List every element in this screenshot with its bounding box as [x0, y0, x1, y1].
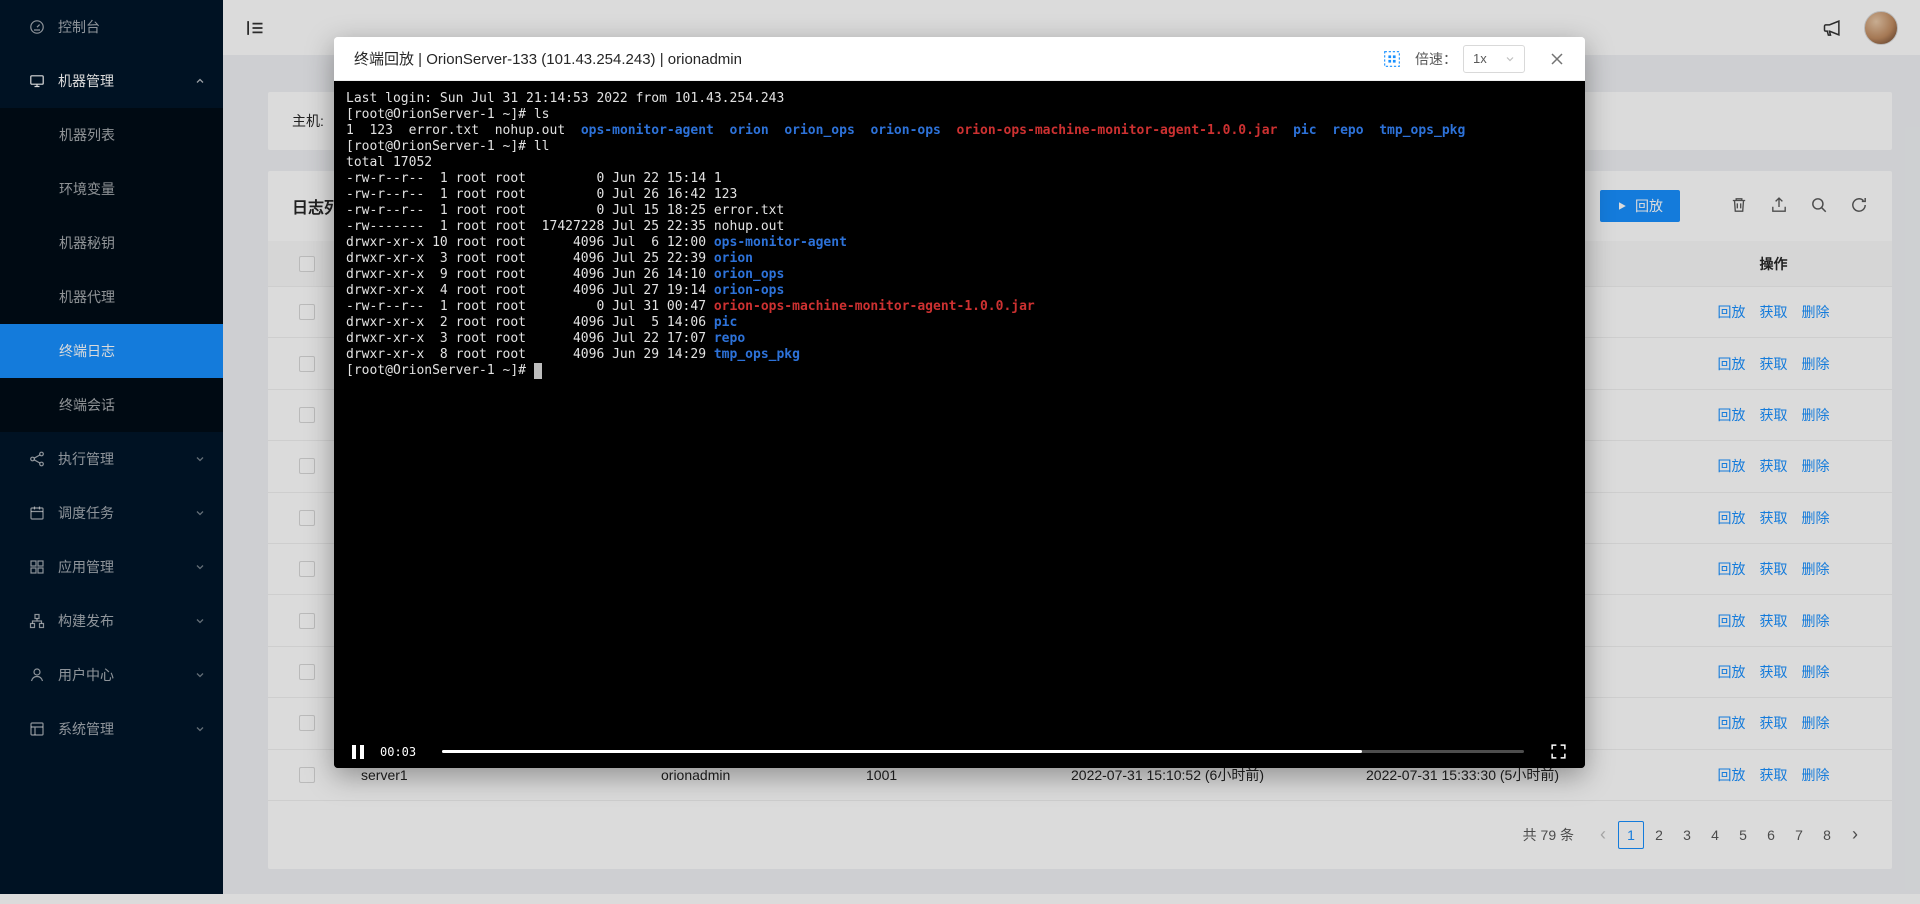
terminal-line: [root@OrionServer-1 ~]# ll — [346, 139, 1573, 155]
terminal-text-segment: -rw-r--r-- 1 root root 0 Jun 22 15:14 1 — [346, 171, 722, 186]
terminal-line: Last login: Sun Jul 31 21:14:53 2022 fro… — [346, 91, 1573, 107]
terminal-line: drwxr-xr-x 3 root root 4096 Jul 22 17:07… — [346, 331, 1573, 347]
terminal-text-segment — [714, 123, 730, 138]
terminal-player: Last login: Sun Jul 31 21:14:53 2022 fro… — [334, 81, 1585, 768]
terminal-text-segment: tmp_ops_pkg — [1379, 123, 1465, 138]
terminal-text-segment — [1277, 123, 1293, 138]
terminal-text-segment: orion-ops-machine-monitor-agent-1.0.0.ja… — [957, 123, 1278, 138]
terminal-text-segment: ops-monitor-agent — [581, 123, 714, 138]
terminal-text-segment: drwxr-xr-x 10 root root 4096 Jul 6 12:00 — [346, 235, 714, 250]
terminal-line: [root@OrionServer-1 ~]# — [346, 363, 1573, 379]
player-controls: 00:03 — [334, 735, 1585, 768]
terminal-line: -rw-r--r-- 1 root root 0 Jul 31 00:47 or… — [346, 299, 1573, 315]
terminal-text-segment: tmp_ops_pkg — [714, 347, 800, 362]
close-icon[interactable] — [1549, 51, 1565, 67]
terminal-line: drwxr-xr-x 4 root root 4096 Jul 27 19:14… — [346, 283, 1573, 299]
terminal-text-segment: drwxr-xr-x 3 root root 4096 Jul 25 22:39 — [346, 251, 714, 266]
terminal-text-segment: drwxr-xr-x 8 root root 4096 Jun 29 14:29 — [346, 347, 714, 362]
terminal-text-segment: Last login: Sun Jul 31 21:14:53 2022 fro… — [346, 91, 784, 106]
terminal-text-segment: -rw------- 1 root root 17427228 Jul 25 2… — [346, 219, 784, 234]
terminal-text-segment — [941, 123, 957, 138]
terminal-text-segment: -rw-r--r-- 1 root root 0 Jul 31 00:47 — [346, 299, 714, 314]
terminal-text-segment: pic — [1293, 123, 1316, 138]
terminal-line: -rw-r--r-- 1 root root 0 Jul 26 16:42 12… — [346, 187, 1573, 203]
terminal-text-segment: orion_ops — [784, 123, 854, 138]
speed-select[interactable]: 1x — [1463, 45, 1525, 73]
terminal-text-segment: [root@OrionServer-1 ~]# — [346, 363, 534, 378]
terminal-text-segment: repo — [714, 331, 745, 346]
terminal-line: drwxr-xr-x 8 root root 4096 Jun 29 14:29… — [346, 347, 1573, 363]
terminal-line: [root@OrionServer-1 ~]# ls — [346, 107, 1573, 123]
terminal-text-segment: drwxr-xr-x 4 root root 4096 Jul 27 19:14 — [346, 283, 714, 298]
terminal-line: drwxr-xr-x 10 root root 4096 Jul 6 12:00… — [346, 235, 1573, 251]
terminal-line: -rw-r--r-- 1 root root 0 Jun 22 15:14 1 — [346, 171, 1573, 187]
speed-label: 倍速： — [1415, 49, 1457, 69]
terminal-text-segment: drwxr-xr-x 3 root root 4096 Jul 22 17:07 — [346, 331, 714, 346]
terminal-text-segment: orion-ops — [870, 123, 940, 138]
terminal-text-segment: [root@OrionServer-1 ~]# ls — [346, 107, 550, 122]
terminal-text-segment: total 17052 — [346, 155, 432, 170]
terminal-line: -rw------- 1 root root 17427228 Jul 25 2… — [346, 219, 1573, 235]
terminal-text-segment: drwxr-xr-x 9 root root 4096 Jun 26 14:10 — [346, 267, 714, 282]
terminal-text-segment — [1364, 123, 1380, 138]
modal-tools: 倍速： 1x — [1383, 45, 1565, 73]
terminal-text-segment: [root@OrionServer-1 ~]# ll — [346, 139, 550, 154]
modal-header: 终端回放 | OrionServer-133 (101.43.254.243) … — [334, 37, 1585, 81]
player-time: 00:03 — [380, 745, 416, 759]
terminal-text-segment — [534, 363, 542, 379]
terminal-line: drwxr-xr-x 9 root root 4096 Jun 26 14:10… — [346, 267, 1573, 283]
terminal-text-segment: drwxr-xr-x 2 root root 4096 Jul 5 14:06 — [346, 315, 714, 330]
terminal-text-segment: repo — [1332, 123, 1363, 138]
terminal-text-segment: orion-ops-machine-monitor-agent-1.0.0.ja… — [714, 299, 1035, 314]
terminal-line: total 17052 — [346, 155, 1573, 171]
terminal-text-segment — [769, 123, 785, 138]
terminal-text-segment: -rw-r--r-- 1 root root 0 Jul 15 18:25 er… — [346, 203, 784, 218]
speed-value: 1x — [1473, 51, 1487, 66]
terminal-line: 1 123 error.txt nohup.out ops-monitor-ag… — [346, 123, 1573, 139]
terminal-text-segment: orion_ops — [714, 267, 784, 282]
terminal-text-segment: orion — [714, 251, 753, 266]
terminal-line: drwxr-xr-x 3 root root 4096 Jul 25 22:39… — [346, 251, 1573, 267]
terminal-replay-modal: 终端回放 | OrionServer-133 (101.43.254.243) … — [334, 37, 1585, 768]
terminal-line: drwxr-xr-x 2 root root 4096 Jul 5 14:06 … — [346, 315, 1573, 331]
progress-bar[interactable] — [442, 750, 1524, 753]
pause-button[interactable] — [352, 745, 364, 759]
terminal-text-segment: orion — [730, 123, 769, 138]
terminal-line: -rw-r--r-- 1 root root 0 Jul 15 18:25 er… — [346, 203, 1573, 219]
terminal-output: Last login: Sun Jul 31 21:14:53 2022 fro… — [346, 91, 1573, 379]
terminal-text-segment: orion-ops — [714, 283, 784, 298]
fullscreen-icon[interactable] — [1550, 743, 1567, 760]
progress-fill — [442, 750, 1362, 753]
terminal-text-segment — [855, 123, 871, 138]
terminal-text-segment: pic — [714, 315, 737, 330]
terminal-text-segment: -rw-r--r-- 1 root root 0 Jul 26 16:42 12… — [346, 187, 737, 202]
terminal-text-segment — [1317, 123, 1333, 138]
modal-title: 终端回放 | OrionServer-133 (101.43.254.243) … — [354, 48, 742, 69]
terminal-text-segment: 1 123 error.txt nohup.out — [346, 123, 581, 138]
display-settings-icon[interactable] — [1383, 50, 1401, 68]
terminal-text-segment: ops-monitor-agent — [714, 235, 847, 250]
chevron-down-icon — [1505, 54, 1515, 64]
